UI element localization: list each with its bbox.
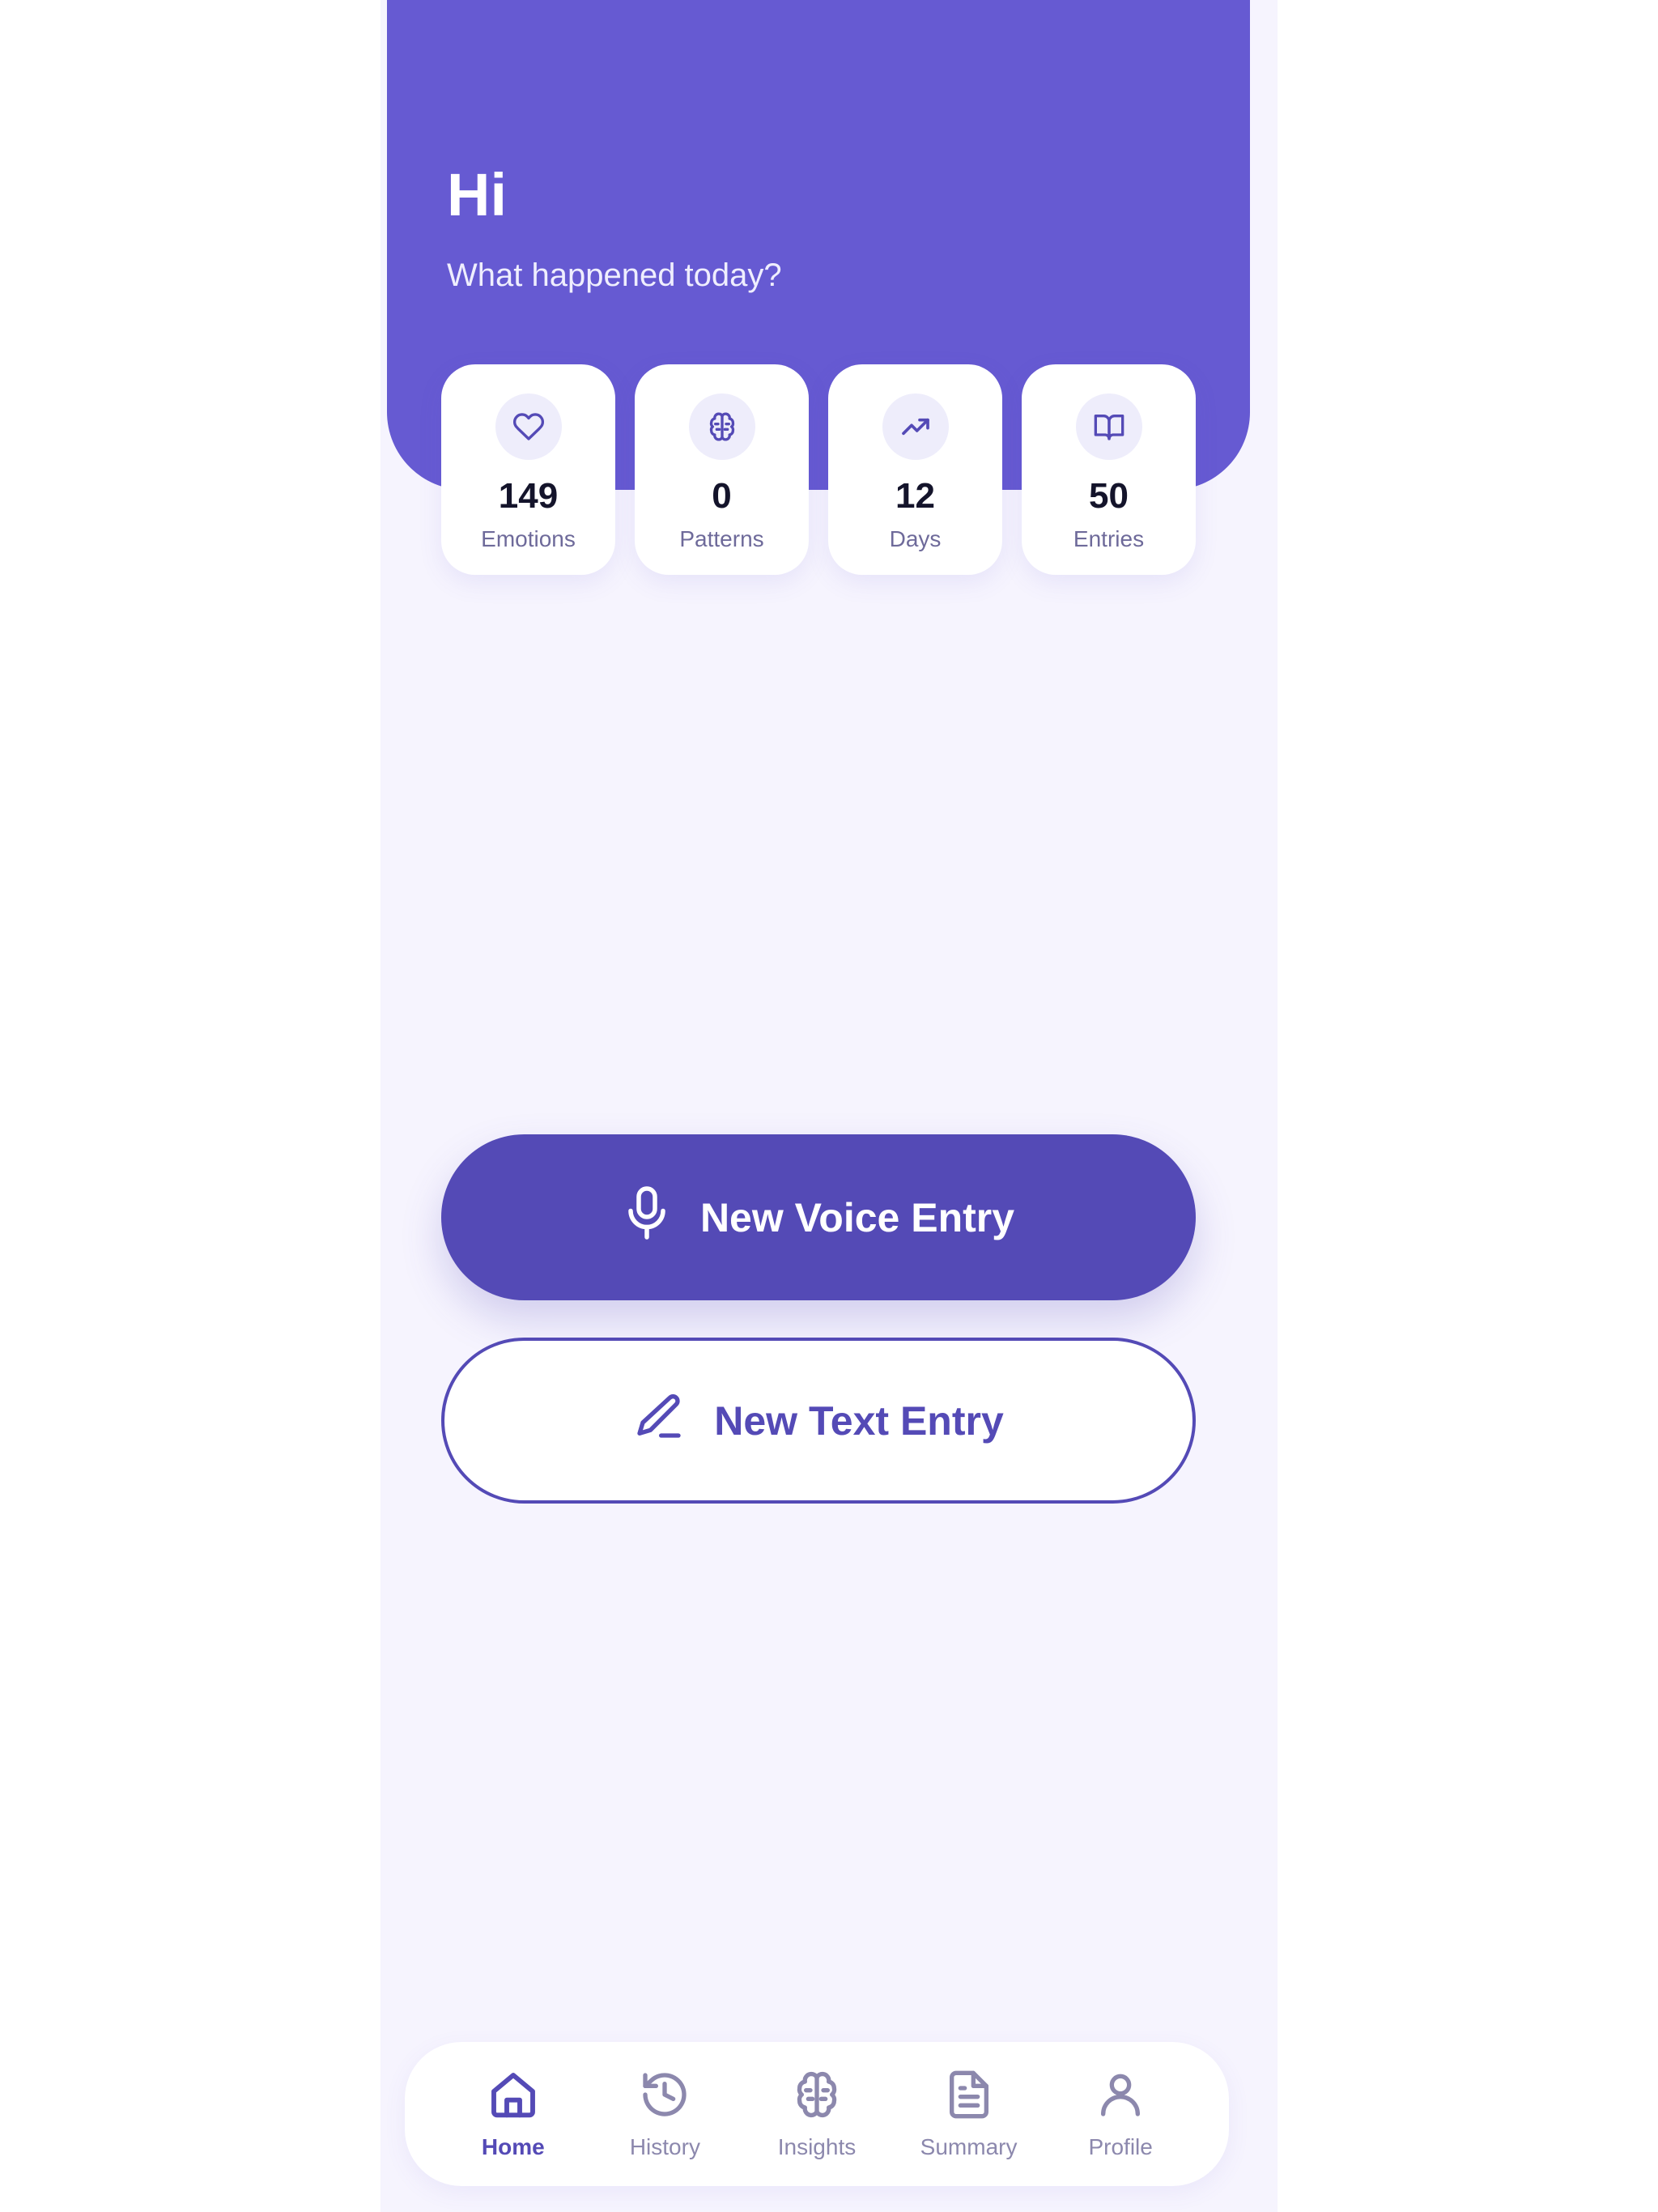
greeting-title: Hi [447,161,507,228]
stat-label: Entries [1073,526,1145,551]
stat-card-emotions[interactable]: 149 Emotions [441,364,615,575]
microphone-icon [623,1184,671,1252]
brain-icon [688,393,755,460]
stat-value: 0 [712,476,732,516]
heart-icon [495,393,562,460]
nav-item-summary[interactable]: Summary [904,2069,1034,2160]
nav-item-history[interactable]: History [600,2069,729,2160]
stat-value: 149 [498,476,559,516]
new-text-entry-label: New Text Entry [714,1397,1004,1444]
nav-label: Insights [777,2133,857,2159]
greeting-subtitle: What happened today? [447,257,782,293]
stat-label: Days [889,526,942,551]
user-icon [1095,2069,1146,2125]
book-open-icon [1075,393,1142,460]
stats-row: 149 Emotions 0 Patterns 12 Days 50 Entri… [441,364,1196,575]
nav-label: Summary [920,2133,1018,2159]
pencil-icon [633,1390,685,1452]
stat-card-days[interactable]: 12 Days [828,364,1002,575]
stat-label: Emotions [481,526,576,551]
nav-item-home[interactable]: Home [449,2069,578,2160]
nav-item-insights[interactable]: Insights [752,2069,882,2160]
nav-label: History [629,2133,700,2159]
nav-label: Profile [1088,2133,1153,2159]
new-text-entry-button[interactable]: New Text Entry [441,1338,1196,1504]
home-icon [487,2069,539,2125]
stat-label: Patterns [679,526,764,551]
new-voice-entry-label: New Voice Entry [699,1194,1015,1240]
new-voice-entry-button[interactable]: New Voice Entry [441,1134,1196,1300]
trending-up-icon [882,393,949,460]
stat-value: 50 [1089,476,1129,516]
stat-card-entries[interactable]: 50 Entries [1022,364,1196,575]
history-icon [639,2069,691,2125]
bottom-navigation: Home History Insights Summary Profile [405,2042,1229,2186]
nav-item-profile[interactable]: Profile [1056,2069,1185,2160]
nav-label: Home [481,2133,545,2159]
brain-icon [791,2069,843,2125]
stat-card-patterns[interactable]: 0 Patterns [635,364,809,575]
app-screen: Hi What happened today? 149 Emotions 0 P… [380,0,1278,2212]
stat-value: 12 [895,476,935,516]
document-icon [943,2069,995,2125]
